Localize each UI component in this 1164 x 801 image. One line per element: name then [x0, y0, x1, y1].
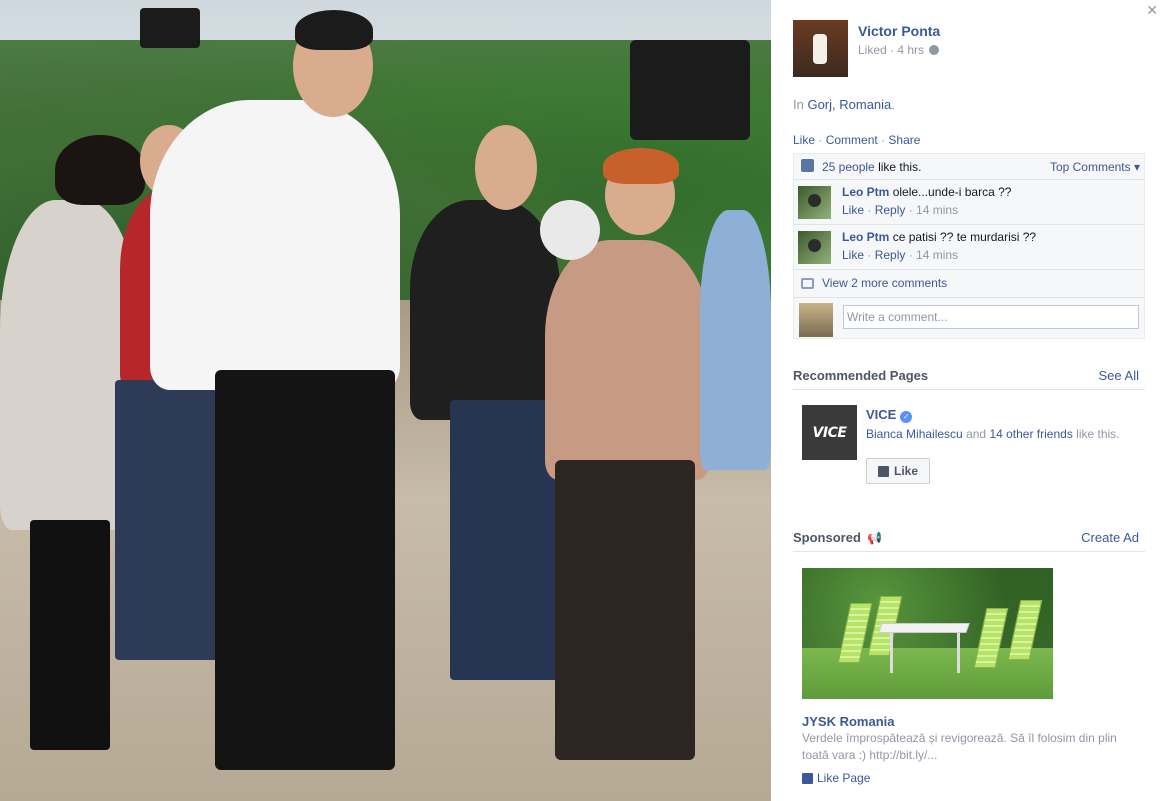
photo-person-floral-hair: [603, 148, 679, 184]
recommended-title: Recommended Pages: [793, 368, 929, 383]
comment-text: ce patisi ?? te murdarisi ??: [892, 230, 1037, 244]
comment-bubble-icon: [801, 278, 814, 289]
comment-time[interactable]: 14 mins: [916, 203, 958, 217]
post-timestamp[interactable]: 4 hrs: [897, 43, 924, 57]
comment-item: Leo Ptm olele...unde-i barca ?? Like · R…: [794, 180, 1144, 225]
liked-status: Liked: [858, 43, 887, 57]
post-location: In Gorj, Romania.: [793, 97, 895, 112]
commenter-name[interactable]: Leo Ptm: [842, 185, 889, 199]
ad-table: [878, 623, 970, 633]
photo-camera-right: [630, 40, 750, 140]
page-friends-text: Bianca Mihailescu and 14 other friends l…: [866, 427, 1120, 441]
comment-reply-link[interactable]: Reply: [875, 248, 906, 262]
page-name[interactable]: VICE: [866, 407, 896, 422]
photo-person-floral: [545, 240, 710, 480]
megaphone-icon: 📢: [867, 531, 883, 545]
top-comments-dropdown[interactable]: Top Comments ▾: [1050, 160, 1140, 174]
photo-person-jacket: [410, 200, 560, 420]
comment-action[interactable]: Comment: [826, 133, 878, 147]
photo-person-main-legs: [215, 370, 395, 770]
see-all-link[interactable]: See All: [1099, 368, 1139, 383]
likers-link[interactable]: 25 people: [822, 160, 875, 174]
vice-logo[interactable]: VICE: [802, 405, 857, 460]
sponsored-title: Sponsored: [793, 530, 861, 545]
other-friends-link[interactable]: 14 other friends: [989, 427, 1072, 441]
verified-badge-icon: ✓: [900, 411, 913, 423]
comments-box: 25 people like this. Top Comments ▾ Leo …: [793, 153, 1145, 339]
recommended-page: VICE VICE ✓ Bianca Mihailescu and 14 othe…: [802, 405, 1142, 490]
photo-microphone: [540, 200, 600, 260]
photo-person-jacket-head: [475, 125, 537, 210]
like-action[interactable]: Like: [793, 133, 815, 147]
thumbs-up-icon: [802, 772, 813, 784]
comment-like-link[interactable]: Like: [842, 248, 864, 262]
post-author: Victor Ponta Liked · 4 hrs: [793, 20, 940, 77]
recommended-header: Recommended Pages See All: [793, 368, 1145, 390]
comment-text: olele...unde-i barca ??: [892, 185, 1012, 199]
photo-person-red-legs: [115, 380, 225, 660]
sponsored-header: Sponsored 📢 Create Ad: [793, 530, 1145, 552]
photo-person-main: [150, 100, 400, 390]
photo-person-jacket-legs: [450, 400, 560, 680]
photo-stage[interactable]: [0, 0, 771, 801]
commenter-avatar[interactable]: [798, 186, 831, 219]
photo-person-floral-legs: [555, 460, 695, 760]
photo-sidebar: ✕ Victor Ponta Liked · 4 hrs In Gorj, Ro…: [771, 0, 1164, 801]
user-avatar: [799, 303, 833, 337]
commenter-name[interactable]: Leo Ptm: [842, 230, 889, 244]
ad-title[interactable]: JYSK Romania: [802, 714, 894, 729]
post-meta: Liked · 4 hrs: [858, 43, 940, 57]
post-actions: Like · Comment · Share: [793, 133, 921, 147]
friend-link[interactable]: Bianca Mihailescu: [866, 427, 963, 441]
comment-item: Leo Ptm ce patisi ?? te murdarisi ?? Lik…: [794, 225, 1144, 270]
close-icon[interactable]: ✕: [1146, 2, 1158, 19]
ad-like-page[interactable]: Like Page: [802, 771, 870, 785]
create-ad-link[interactable]: Create Ad: [1081, 530, 1139, 545]
comment-input[interactable]: [843, 305, 1139, 329]
comment-time[interactable]: 14 mins: [916, 248, 958, 262]
view-more-comments[interactable]: View 2 more comments: [794, 270, 1144, 298]
location-link[interactable]: Gorj, Romania: [807, 97, 891, 112]
author-avatar[interactable]: [793, 20, 848, 77]
ad-text[interactable]: Verdele împrospătează și revigorează. Să…: [802, 730, 1122, 764]
photo-person-left-hair: [55, 135, 145, 205]
write-comment-row: [794, 298, 1144, 338]
thumbs-up-icon: [801, 159, 814, 172]
globe-icon[interactable]: [929, 45, 940, 55]
comment-reply-link[interactable]: Reply: [875, 203, 906, 217]
share-action[interactable]: Share: [888, 133, 920, 147]
thumbs-up-icon: [877, 465, 889, 477]
like-page-button[interactable]: Like: [866, 458, 930, 484]
comment-like-link[interactable]: Like: [842, 203, 864, 217]
likes-summary: 25 people like this. Top Comments ▾: [794, 154, 1144, 180]
photo-person-right: [700, 210, 771, 470]
photo-person-left-legs: [30, 520, 110, 750]
author-name[interactable]: Victor Ponta: [858, 23, 940, 39]
photo-person-main-hair: [295, 10, 373, 50]
commenter-avatar[interactable]: [798, 231, 831, 264]
ad-image[interactable]: [802, 568, 1053, 699]
photo-camera-left: [140, 8, 200, 48]
